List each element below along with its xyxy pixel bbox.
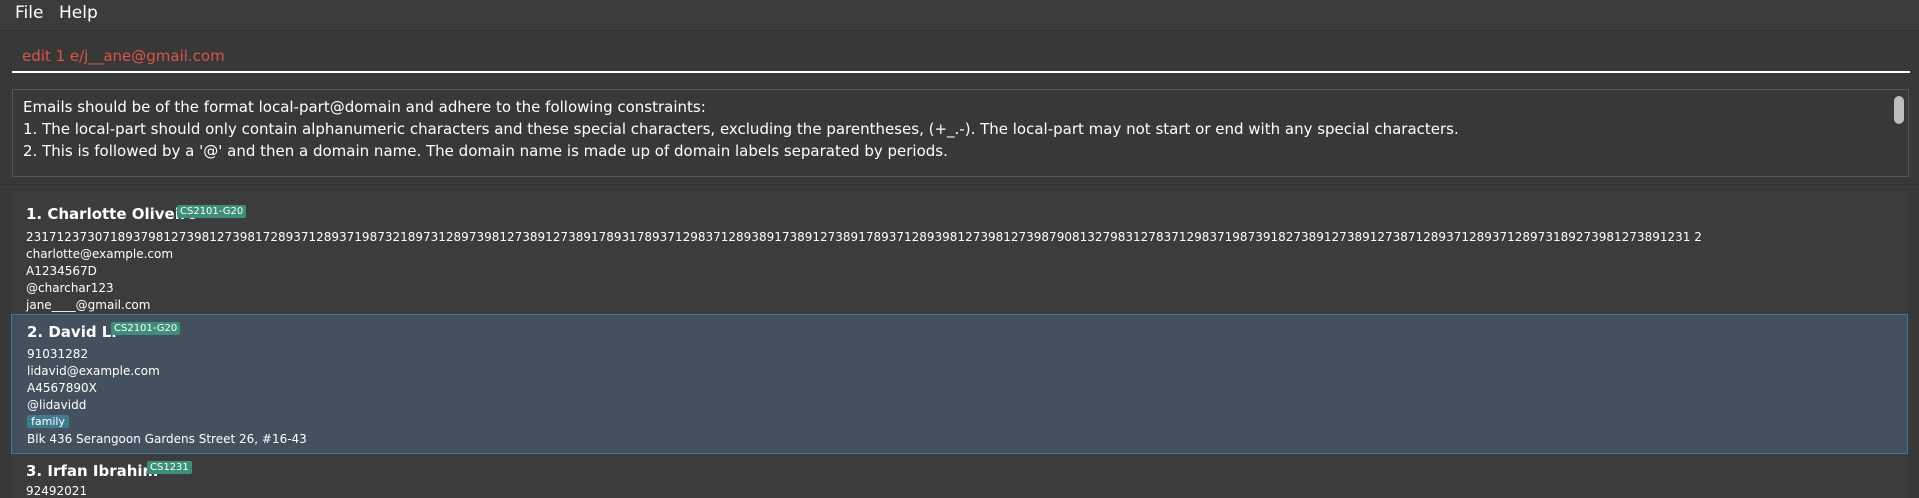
- person-matric: A4567890X: [27, 381, 97, 395]
- result-scrollbar-thumb[interactable]: [1894, 96, 1904, 124]
- result-display: Emails should be of the format local-par…: [12, 89, 1909, 177]
- result-line-3: 2. This is followed by a '@' and then a …: [23, 142, 948, 160]
- person-tag: family: [27, 415, 69, 428]
- menu-file[interactable]: File: [15, 3, 43, 23]
- person-telegram: @charchar123: [26, 281, 114, 295]
- person-email: lidavid@example.com: [27, 364, 160, 378]
- group-badge: CS1231: [147, 461, 192, 474]
- person-phone: 92492021: [26, 484, 88, 498]
- person-address: Blk 436 Serangoon Gardens Street 26, #16…: [27, 432, 307, 446]
- person-email: charlotte@example.com: [26, 247, 174, 261]
- result-line-2: 1. The local-part should only contain al…: [23, 120, 1459, 138]
- person-name: 1. Charlotte Oliveiro: [26, 205, 198, 223]
- group-badge: CS2101-G20: [177, 205, 247, 218]
- person-list: 1. Charlotte Oliveiro CS2101-G20 2317123…: [0, 188, 1919, 498]
- menu-bar: File Help: [0, 0, 1919, 31]
- group-badge: CS2101-G20: [111, 322, 181, 335]
- person-card[interactable]: 3. Irfan Ibrahim CS1231 92492021: [11, 454, 1908, 498]
- command-input[interactable]: [12, 41, 1910, 73]
- result-line-1: Emails should be of the format local-par…: [23, 98, 706, 116]
- command-box: [0, 31, 1919, 81]
- person-extra: jane____@gmail.com: [26, 298, 151, 312]
- person-matric: A1234567D: [26, 264, 97, 278]
- person-card[interactable]: 1. Charlotte Oliveiro CS2101-G20 2317123…: [11, 192, 1908, 314]
- person-phone: 2317123730718937981273981273981728937128…: [26, 230, 1702, 244]
- menu-help[interactable]: Help: [59, 3, 98, 23]
- divider: [0, 184, 1919, 185]
- result-scrollbar[interactable]: [1893, 92, 1906, 174]
- person-telegram: @lidavidd: [27, 398, 87, 412]
- person-name: 3. Irfan Ibrahim: [26, 462, 159, 480]
- person-phone: 91031282: [27, 347, 89, 361]
- person-card[interactable]: 2. David Li CS2101-G20 91031282 lidavid@…: [11, 314, 1908, 454]
- person-name: 2. David Li: [27, 323, 117, 341]
